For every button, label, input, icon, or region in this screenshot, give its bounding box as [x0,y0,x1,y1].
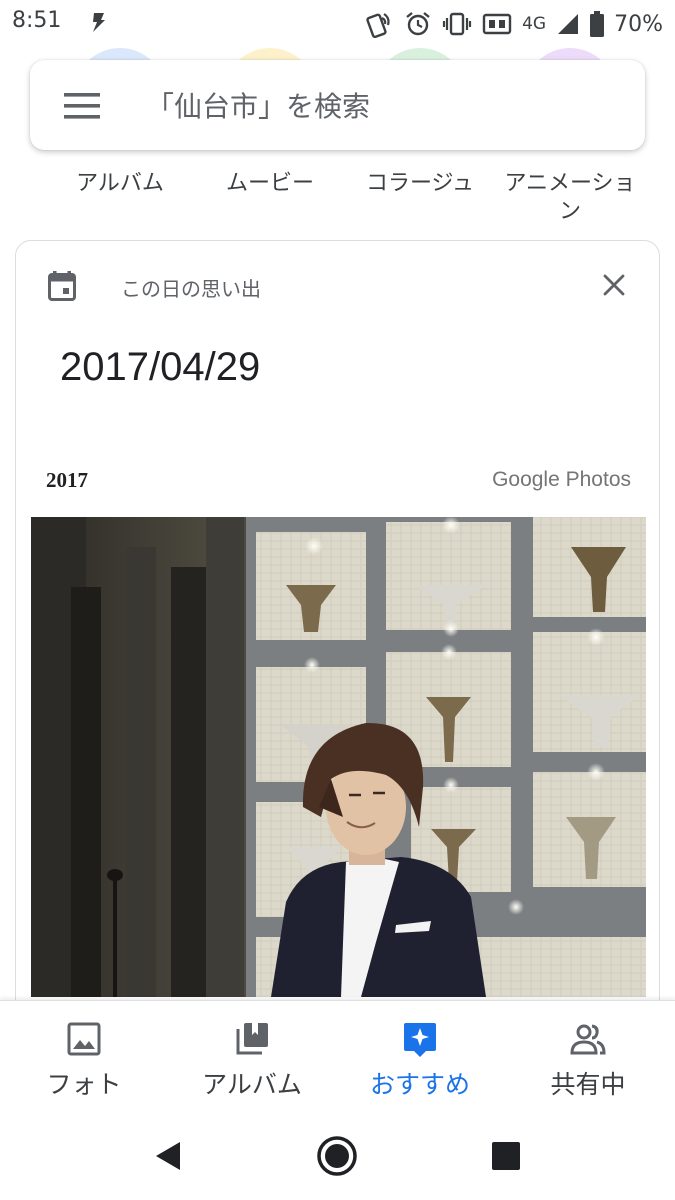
bottom-navigation: フォト アルバム おすすめ 共有中 [0,1000,675,1120]
google-photos-logo: Google Photos [492,468,631,491]
memory-card[interactable]: この日の思い出 2017/04/29 2017 Google Photos [15,240,660,1040]
category-album[interactable]: アルバム [45,170,195,198]
albums-icon [236,1023,268,1055]
memory-year: 2017 [46,468,88,492]
nav-for-you-label: おすすめ [369,1070,470,1099]
status-bar: 8:51 4G 70% [0,0,675,48]
recents-icon[interactable] [484,1134,528,1178]
category-animation[interactable]: アニメーション [495,170,645,226]
battery-percent: 70% [614,11,663,37]
memory-photo[interactable] [31,517,646,997]
vibrate-icon [442,12,472,36]
signal-icon [558,14,579,34]
nav-photos[interactable]: フォト [0,1001,168,1111]
search-input[interactable]: 「仙台市」を検索 [146,85,370,125]
nav-sharing[interactable]: 共有中 [504,1001,672,1111]
data-saver-icon [482,13,512,35]
nav-albums[interactable]: アルバム [168,1001,336,1111]
category-collage[interactable]: コラージュ [345,170,495,198]
nfc-icon [366,13,390,38]
memory-caption: この日の思い出 [121,277,261,301]
status-icons: 4G 70% [366,7,663,41]
status-time: 8:51 [12,8,62,33]
for-you-icon [404,1023,436,1057]
battery-icon [590,11,605,37]
photo-icon [67,1022,101,1056]
sharing-icon [570,1024,606,1055]
home-icon[interactable] [315,1134,359,1178]
back-icon[interactable] [146,1134,190,1178]
close-icon[interactable] [602,273,626,297]
notification-icon [93,13,105,32]
nav-sharing-label: 共有中 [550,1070,626,1099]
calendar-icon [48,271,76,301]
nav-for-you[interactable]: おすすめ [336,1001,504,1111]
nav-albums-label: アルバム [202,1070,302,1099]
menu-icon[interactable] [64,93,100,119]
category-movie[interactable]: ムービー [195,170,345,198]
network-type: 4G [522,14,547,34]
search-bar[interactable]: 「仙台市」を検索 [30,60,645,150]
system-navigation [0,1120,675,1200]
nav-photos-label: フォト [46,1070,122,1099]
memory-date: 2017/04/29 [60,345,261,389]
alarm-icon [406,12,430,36]
